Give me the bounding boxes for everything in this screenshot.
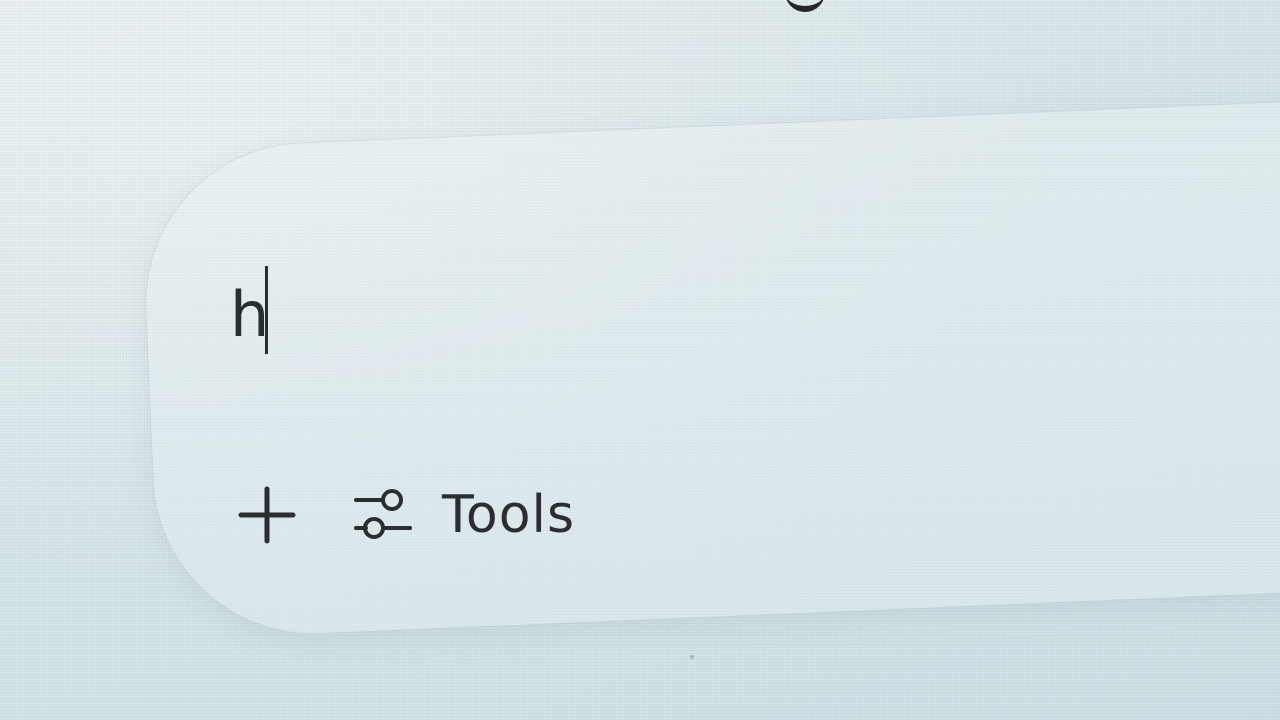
add-button[interactable] (232, 475, 302, 555)
partial-heading-glyph (785, 0, 825, 12)
text-caret (265, 266, 268, 354)
sliders-icon (354, 489, 412, 539)
plus-icon (238, 486, 296, 544)
tools-button[interactable]: Tools (352, 484, 575, 546)
composer-toolbar: Tools (232, 470, 575, 560)
tools-label: Tools (442, 485, 576, 545)
screen-dust-speck (690, 655, 694, 659)
